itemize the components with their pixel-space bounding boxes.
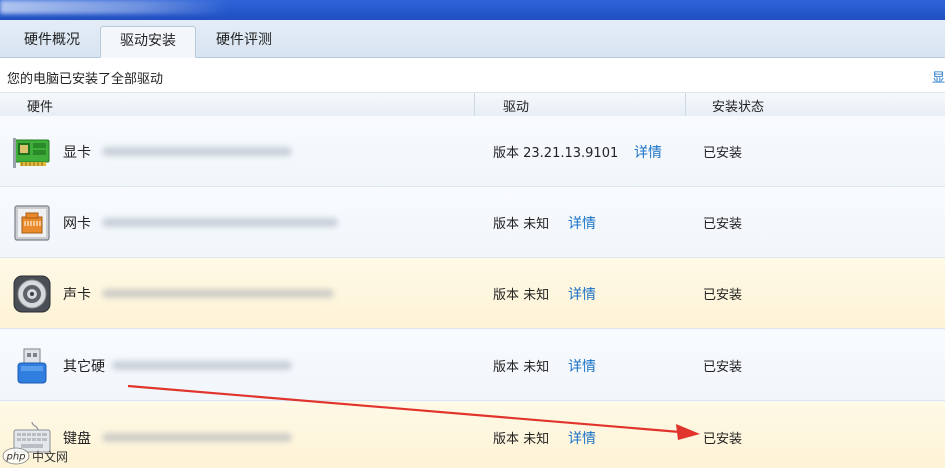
tab-hardware-overview[interactable]: 硬件概况 — [8, 26, 96, 57]
network-card-icon — [14, 205, 50, 241]
install-state: 已安装 — [703, 146, 743, 161]
driver-version: 版本 未知 — [493, 360, 550, 375]
tab-bar: 硬件概况 驱动安装 硬件评测 — [0, 20, 945, 58]
title-bar-blurred-title — [0, 0, 230, 14]
hardware-model-blurred — [102, 218, 338, 227]
hardware-model-blurred — [102, 433, 292, 442]
details-link[interactable]: 详情 — [634, 142, 662, 162]
hardware-model-blurred — [112, 361, 292, 370]
usb-device-icon — [17, 348, 47, 384]
table-header: 硬件 驱动 安装状态 — [0, 92, 945, 118]
php-watermark-logo: php 中文网 — [2, 447, 68, 465]
table-row[interactable]: 键盘 版本 未知 详情 已安装 — [0, 402, 945, 468]
driver-version: 版本 未知 — [493, 432, 550, 447]
details-link[interactable]: 详情 — [568, 284, 596, 304]
watermark-text: 中文网 — [32, 449, 68, 464]
install-state: 已安装 — [703, 288, 743, 303]
details-link[interactable]: 详情 — [568, 213, 596, 233]
hardware-model-blurred — [102, 147, 292, 156]
driver-version: 版本 未知 — [493, 288, 550, 303]
hardware-name: 声卡 — [63, 287, 91, 303]
hardware-name: 其它硬 — [63, 359, 105, 375]
driver-manager-window: 硬件概况 驱动安装 硬件评测 您的电脑已安装了全部驱动 显 硬件 驱动 安装状态 — [0, 0, 945, 468]
details-link[interactable]: 详情 — [568, 356, 596, 376]
table-row[interactable]: 网卡 版本 未知 详情 已安装 — [0, 187, 945, 258]
hardware-name: 网卡 — [63, 216, 91, 232]
column-header-install-state: 安装状态 — [712, 100, 765, 115]
install-state: 已安装 — [703, 432, 743, 447]
tab-driver-install[interactable]: 驱动安装 — [100, 26, 196, 58]
driver-version: 版本 23.21.13.9101 — [493, 146, 619, 161]
watermark-brand: php — [5, 452, 25, 463]
column-separator — [474, 93, 475, 117]
install-state: 已安装 — [703, 217, 743, 232]
column-header-hardware: 硬件 — [27, 100, 54, 115]
hardware-name: 键盘 — [63, 431, 91, 447]
column-separator — [685, 93, 686, 117]
table-row[interactable]: 其它硬 版本 未知 详情 已安装 — [0, 330, 945, 401]
column-header-driver: 驱动 — [503, 100, 530, 115]
title-bar — [0, 0, 945, 20]
table-row[interactable]: 显卡 版本 23.21.13.9101 详情 已安装 — [0, 116, 945, 187]
status-row: 您的电脑已安装了全部驱动 显 — [0, 58, 945, 92]
hardware-name: 显卡 — [63, 145, 91, 161]
table-row[interactable]: 声卡 版本 未知 详情 已安装 — [0, 258, 945, 329]
driver-version: 版本 未知 — [493, 217, 550, 232]
status-link[interactable]: 显 — [932, 67, 945, 86]
install-state: 已安装 — [703, 360, 743, 375]
details-link[interactable]: 详情 — [568, 428, 596, 448]
status-message: 您的电脑已安装了全部驱动 — [7, 72, 164, 87]
tab-hardware-benchmark[interactable]: 硬件评测 — [200, 26, 288, 57]
graphics-card-icon — [13, 138, 50, 168]
hardware-model-blurred — [102, 289, 334, 298]
speaker-icon — [13, 275, 51, 313]
